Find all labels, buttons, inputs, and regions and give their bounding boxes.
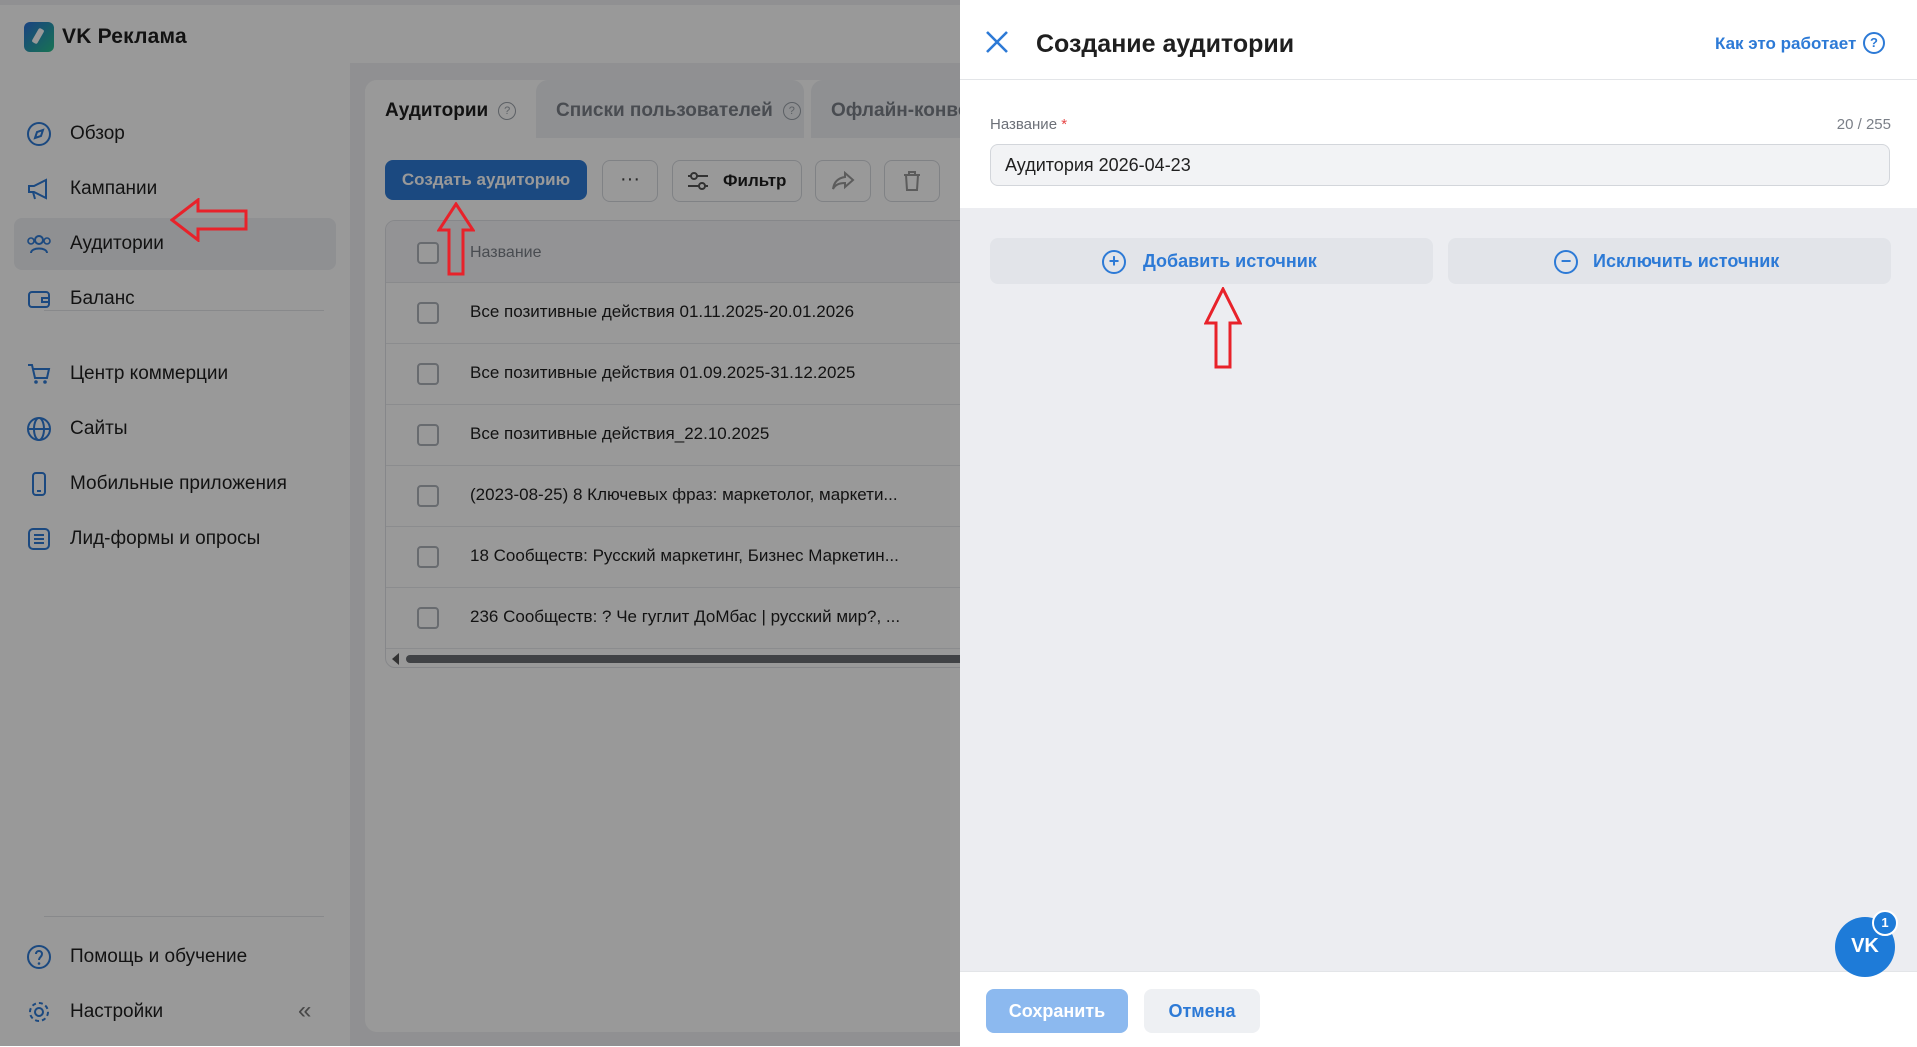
name-label-text: Название (990, 116, 1058, 133)
panel-title: Создание аудитории (1036, 30, 1295, 58)
annotation-arrow-up (1204, 287, 1242, 369)
add-source-button[interactable]: + Добавить источник (990, 238, 1433, 284)
annotation-arrow-left (170, 198, 248, 242)
add-source-label: Добавить источник (1143, 251, 1317, 271)
modal-overlay[interactable] (0, 0, 960, 1046)
minus-circle-icon: − (1554, 250, 1578, 274)
close-icon[interactable] (984, 29, 1010, 55)
vk-logo-icon: VK (1851, 935, 1879, 957)
app-background: VK Реклама Обзор Кампании Аудитории Бала… (0, 0, 987, 1046)
create-audience-panel: Создание аудитории Как это работает ? На… (960, 5, 1917, 1047)
panel-footer: Сохранить Отмена (960, 971, 1917, 1047)
plus-circle-icon: + (1102, 250, 1126, 274)
exclude-source-button[interactable]: − Исключить источник (1448, 238, 1891, 284)
name-field-label: Название * (990, 116, 1067, 133)
help-icon[interactable]: ? (1863, 32, 1885, 54)
annotation-arrow-up (437, 202, 475, 276)
cancel-button[interactable]: Отмена (1144, 989, 1260, 1033)
how-it-works-link[interactable]: Как это работает (1715, 34, 1856, 54)
save-button[interactable]: Сохранить (986, 989, 1128, 1033)
audience-name-input[interactable] (990, 144, 1890, 186)
required-mark: * (1061, 116, 1068, 133)
notification-badge: 1 (1872, 910, 1898, 936)
char-counter: 20 / 255 (1836, 116, 1891, 133)
exclude-source-label: Исключить источник (1593, 251, 1780, 271)
name-section: Название * 20 / 255 (960, 80, 1917, 208)
panel-header: Создание аудитории Как это работает ? (960, 5, 1917, 80)
